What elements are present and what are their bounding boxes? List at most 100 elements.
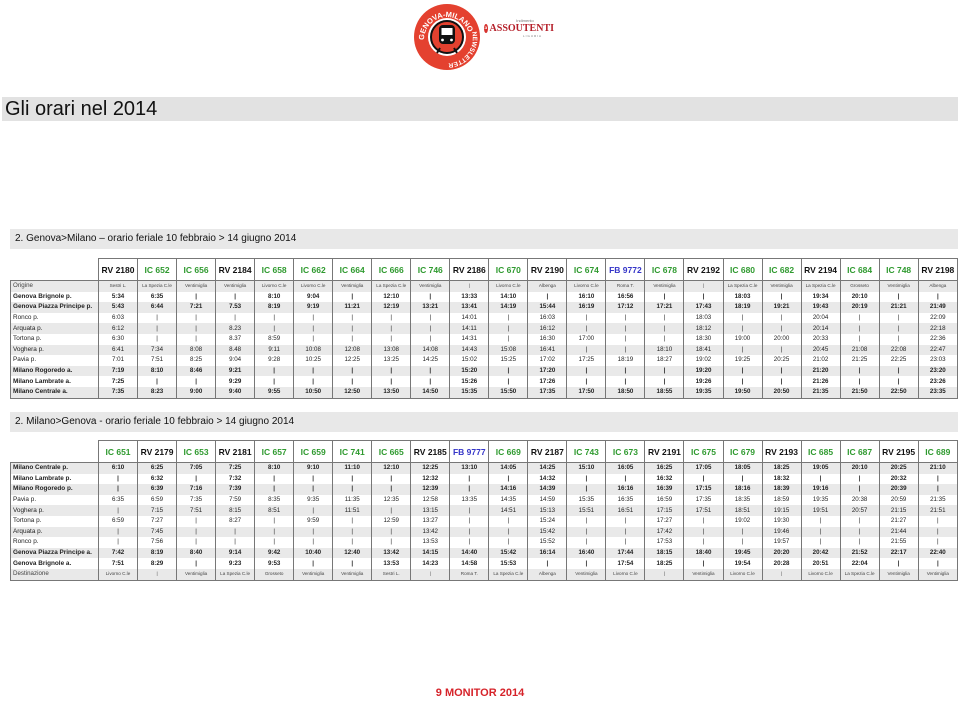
time-cell: Ventimiglia	[878, 279, 919, 292]
time-cell: 20:45	[800, 344, 841, 356]
section-heading-milano-genova: 2. Milano>Genova - orario feriale 10 feb…	[10, 412, 958, 432]
time-cell: 9:40	[215, 386, 256, 399]
time-cell: 21:26	[800, 376, 841, 387]
station-label: Tortona p.	[10, 333, 99, 345]
time-cell: 13:50	[371, 386, 412, 399]
time-cell: 7:32	[215, 473, 256, 485]
time-cell: |	[605, 323, 646, 334]
time-cell: Ventimiglia	[644, 279, 685, 292]
time-cell: Grosseto	[254, 568, 295, 581]
time-cell: 15:10	[566, 461, 607, 474]
time-cell: 17:25	[566, 355, 607, 366]
time-cell: 17:26	[527, 376, 568, 387]
time-cell: |	[917, 515, 959, 527]
time-cell: 19:05	[800, 461, 841, 474]
time-cell: 19:54	[722, 558, 763, 569]
time-cell: |	[410, 312, 451, 324]
train-number-header: IC 673	[605, 440, 646, 463]
train-number-header: RV 2193	[761, 440, 802, 463]
time-cell: 10:25	[293, 355, 334, 366]
time-cell: 7:05	[176, 461, 217, 474]
train-number-header: RV 2198	[917, 258, 959, 281]
time-cell: 14:51	[488, 505, 529, 516]
time-cell: |	[176, 558, 217, 569]
time-cell: 12:25	[410, 461, 451, 474]
time-cell: |	[761, 323, 802, 334]
time-cell: 18:50	[605, 386, 646, 399]
table-row: Genova Piazza Principe p. 5:43 6:44 7:21 7.5…	[10, 302, 959, 313]
time-cell: 15:13	[527, 505, 568, 516]
time-cell: 20:25	[761, 355, 802, 366]
time-cell: 8:35	[254, 494, 295, 506]
time-cell: 14:11	[449, 323, 490, 334]
time-cell: 13:25	[371, 355, 412, 366]
section-heading-genova-milano: 2. Genova>Milano – orario feriale 10 feb…	[10, 229, 958, 249]
time-cell: Roma T.	[449, 568, 490, 581]
time-cell: |	[722, 376, 763, 387]
time-cell: 7:45	[137, 526, 178, 538]
time-cell: |	[176, 376, 217, 387]
time-cell: |	[605, 473, 646, 485]
header-blank	[10, 440, 99, 463]
train-number-header: IC 684	[839, 258, 880, 281]
time-cell: |	[332, 515, 373, 527]
time-cell: 12:59	[371, 515, 412, 527]
train-number-header: IC 748	[878, 258, 919, 281]
time-cell: Ventimiglia	[176, 568, 217, 581]
time-cell: 21:02	[800, 355, 841, 366]
time-cell: |	[254, 515, 295, 527]
time-cell: |	[332, 291, 373, 303]
time-cell: 9:59	[293, 515, 334, 527]
time-cell: |	[917, 537, 959, 548]
time-cell: Livorno C.le	[605, 568, 646, 581]
time-cell: 14:32	[527, 473, 568, 485]
time-cell: |	[97, 473, 139, 485]
station-label: Arquata p.	[10, 323, 99, 334]
train-number-header: IC 679	[722, 440, 763, 463]
time-cell: |	[644, 568, 685, 581]
time-cell: 7:16	[176, 484, 217, 495]
time-cell: |	[566, 526, 607, 538]
station-label: Pavia p.	[10, 494, 99, 506]
train-number-header: RV 2191	[644, 440, 685, 463]
time-cell: |	[839, 312, 880, 324]
time-cell: |	[917, 526, 959, 538]
station-label: Arquata p.	[10, 526, 99, 538]
time-cell: 20:00	[761, 333, 802, 345]
time-cell: |	[332, 537, 373, 548]
time-cell: 22:50	[878, 386, 919, 399]
time-cell: 9:04	[293, 291, 334, 303]
time-cell: La Spezia C.le	[215, 568, 256, 581]
time-cell: |	[488, 473, 529, 485]
time-cell: 16:32	[644, 473, 685, 485]
station-label: Origine	[10, 279, 99, 292]
time-cell: 13:53	[371, 558, 412, 569]
time-cell: 9:00	[176, 386, 217, 399]
partner-sub: LIGURIA	[522, 34, 542, 38]
time-cell: 20:20	[761, 547, 802, 559]
time-cell: 16:12	[527, 323, 568, 334]
time-cell: 8:23	[137, 386, 178, 399]
train-number-header: IC 689	[917, 440, 959, 463]
time-cell: 19:57	[761, 537, 802, 548]
time-cell: 15:20	[449, 365, 490, 377]
time-cell: 21:52	[839, 547, 880, 559]
time-cell: |	[449, 505, 490, 516]
time-cell: 17:21	[644, 302, 685, 313]
time-cell: 21:27	[878, 515, 919, 527]
time-cell: 17:15	[683, 484, 724, 495]
time-cell: |	[293, 365, 334, 377]
time-cell: 17:02	[527, 355, 568, 366]
time-cell: |	[722, 473, 763, 485]
time-cell: 14:35	[488, 494, 529, 506]
time-cell: |	[293, 473, 334, 485]
time-cell: 7:51	[176, 505, 217, 516]
time-cell: 19:46	[761, 526, 802, 538]
station-label: Voghera p.	[10, 505, 99, 516]
time-cell: 16:35	[605, 494, 646, 506]
time-cell: |	[839, 473, 880, 485]
time-cell: |	[839, 484, 880, 495]
time-cell: |	[644, 365, 685, 377]
time-cell: 21:50	[839, 386, 880, 399]
time-cell: 16:40	[566, 547, 607, 559]
